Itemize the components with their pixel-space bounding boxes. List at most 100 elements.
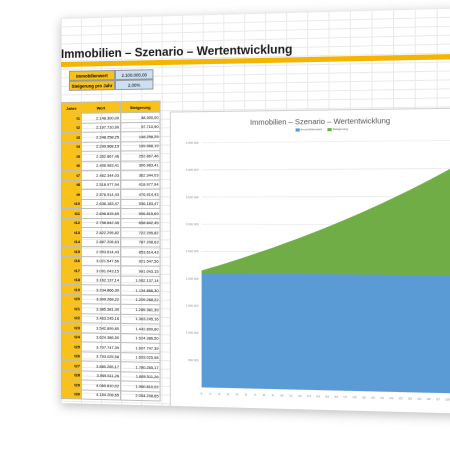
value-cell[interactable]: 2.299.968,19 bbox=[81, 141, 121, 152]
increase-cell[interactable]: 853.614,43 bbox=[120, 246, 161, 257]
increase-cell[interactable]: 787.208,63 bbox=[120, 237, 161, 247]
increase-cell[interactable]: 921.547,56 bbox=[120, 256, 161, 267]
x-tick-label: t27 bbox=[436, 397, 441, 401]
y-tick-label: 4.000.000 bbox=[186, 168, 199, 172]
table-row: t10 2.636.183,47 536.183,47 bbox=[61, 198, 161, 209]
year-cell[interactable]: t6 bbox=[61, 160, 82, 171]
x-tick-label: t1 bbox=[200, 391, 203, 395]
year-cell[interactable]: t28 bbox=[61, 370, 82, 380]
value-cell[interactable]: 3.091.043,15 bbox=[81, 265, 121, 276]
y-tick-label: 3.500.000 bbox=[186, 195, 199, 199]
year-cell[interactable]: t25 bbox=[61, 341, 82, 352]
year-cell[interactable]: t29 bbox=[61, 379, 82, 390]
increase-cell[interactable]: 1.134.866,30 bbox=[120, 285, 161, 296]
year-cell[interactable]: t16 bbox=[61, 256, 82, 266]
value-cell[interactable]: 3.162.137,14 bbox=[81, 275, 121, 286]
value-cell[interactable]: 2.822.295,82 bbox=[81, 227, 121, 238]
year-cell[interactable]: t4 bbox=[61, 141, 82, 152]
year-cell[interactable]: t24 bbox=[61, 332, 82, 342]
increase-cell[interactable]: 1.062.137,14 bbox=[120, 275, 161, 286]
increase-cell[interactable]: 148.258,25 bbox=[120, 131, 161, 142]
increase-cell[interactable]: 1.285.381,39 bbox=[120, 304, 161, 315]
value-cell[interactable]: 2.406.983,41 bbox=[81, 160, 121, 171]
value-cell[interactable]: 2.352.867,46 bbox=[81, 151, 121, 161]
value-cell[interactable]: 2.758.842,45 bbox=[81, 218, 121, 228]
year-cell[interactable]: t7 bbox=[61, 170, 82, 180]
increase-cell[interactable]: 658.842,45 bbox=[120, 218, 161, 228]
x-tick-label: t10 bbox=[280, 393, 284, 397]
x-tick-label: t13 bbox=[307, 394, 311, 398]
year-cell[interactable]: t20 bbox=[61, 294, 82, 304]
year-cell[interactable]: t13 bbox=[61, 227, 82, 238]
x-tick-label: t23 bbox=[399, 396, 404, 400]
year-cell[interactable]: t23 bbox=[61, 322, 82, 333]
increase-cell[interactable]: 991.043,15 bbox=[120, 265, 161, 276]
year-cell[interactable]: t21 bbox=[61, 303, 82, 314]
year-cell[interactable]: t27 bbox=[61, 360, 82, 371]
y-tick-label: 3.000.000 bbox=[186, 222, 199, 226]
increase-cell[interactable]: 48.300,00 bbox=[120, 112, 161, 123]
year-cell[interactable]: t3 bbox=[61, 132, 82, 142]
value-cell[interactable]: 2.953.614,43 bbox=[81, 246, 121, 257]
year-cell[interactable]: t26 bbox=[61, 351, 82, 361]
value-cell[interactable]: 3.463.245,16 bbox=[81, 313, 121, 324]
increase-cell[interactable]: 536.183,47 bbox=[120, 198, 161, 209]
chart-container[interactable]: Immobilien – Szenario – Wertentwicklung … bbox=[169, 107, 450, 414]
year-cell[interactable]: t17 bbox=[61, 265, 82, 276]
value-cell[interactable]: 3.234.866,30 bbox=[81, 284, 121, 295]
value-cell[interactable]: 2.887.208,63 bbox=[81, 237, 121, 247]
value-cell[interactable]: 3.309.268,22 bbox=[81, 294, 121, 305]
table-row: t6 2.406.983,41 306.983,41 bbox=[61, 160, 161, 171]
year-cell[interactable]: t9 bbox=[61, 189, 82, 199]
area-chart-svg: - 500.000 1.000.000 1.500.000 2.000.000 2.500… bbox=[186, 109, 450, 402]
table-row: t11 2.696.815,69 596.815,69 bbox=[61, 208, 161, 219]
value-cell[interactable]: 3.021.547,56 bbox=[81, 256, 121, 266]
increase-cell[interactable]: 362.344,03 bbox=[120, 169, 161, 180]
y-tick-label: 1.500.000 bbox=[186, 304, 199, 308]
value-cell[interactable]: 2.148.300,00 bbox=[81, 112, 121, 123]
increase-cell[interactable]: 306.983,41 bbox=[120, 160, 161, 171]
increase-cell[interactable]: 252.867,46 bbox=[120, 150, 161, 161]
increase-cell[interactable]: 476.914,43 bbox=[120, 189, 161, 199]
area-series-steigerung bbox=[201, 159, 450, 276]
year-cell[interactable]: t5 bbox=[61, 151, 82, 161]
increase-cell[interactable]: 722.295,82 bbox=[120, 227, 161, 238]
value-cell[interactable]: 3.385.381,39 bbox=[81, 303, 121, 314]
year-cell[interactable]: t2 bbox=[61, 122, 82, 133]
year-cell[interactable]: t18 bbox=[61, 275, 82, 285]
year-cell[interactable]: t10 bbox=[61, 198, 82, 209]
y-tick-label: 1.000.000 bbox=[186, 331, 199, 335]
value-cell[interactable]: 2.696.815,69 bbox=[81, 208, 121, 219]
increase-cell[interactable]: 596.815,69 bbox=[120, 208, 161, 219]
header-value: Wert bbox=[81, 101, 121, 114]
increase-cell[interactable]: 1.363.245,16 bbox=[120, 313, 161, 325]
increase-cell[interactable]: 97.710,90 bbox=[120, 121, 161, 132]
increase-cell[interactable]: 1.209.268,22 bbox=[120, 294, 161, 305]
value-cell[interactable]: 2.636.183,47 bbox=[81, 198, 121, 209]
year-cell[interactable]: t8 bbox=[61, 179, 82, 190]
property-value-cell[interactable]: 2.100.000,00 bbox=[114, 69, 154, 81]
increase-cell[interactable]: 2.054.208,65 bbox=[120, 390, 161, 402]
value-cell[interactable]: 2.197.710,90 bbox=[81, 122, 121, 133]
year-cell[interactable]: t15 bbox=[61, 246, 82, 257]
value-cell[interactable]: 2.576.914,43 bbox=[81, 189, 121, 199]
x-tick-label: t11 bbox=[289, 394, 293, 398]
year-cell[interactable]: t12 bbox=[61, 218, 82, 228]
table-row: t9 2.576.914,43 476.914,43 bbox=[61, 189, 161, 199]
x-tick-label: t15 bbox=[325, 394, 329, 398]
value-cell[interactable]: 4.154.208,65 bbox=[81, 389, 121, 401]
rate-cell[interactable]: 2,00% bbox=[114, 79, 154, 91]
year-cell[interactable]: t30 bbox=[61, 389, 82, 400]
increase-cell[interactable]: 199.968,19 bbox=[120, 141, 161, 152]
year-cell[interactable]: t11 bbox=[61, 208, 82, 219]
table-row: t15 2.953.614,43 853.614,43 bbox=[61, 246, 161, 257]
year-cell[interactable]: t1 bbox=[61, 113, 82, 123]
increase-cell[interactable]: 418.977,94 bbox=[120, 179, 161, 190]
value-cell[interactable]: 2.518.977,94 bbox=[81, 179, 121, 190]
year-cell[interactable]: t14 bbox=[61, 237, 82, 247]
year-cell[interactable]: t22 bbox=[61, 313, 82, 323]
year-cell[interactable]: t19 bbox=[61, 284, 82, 295]
value-cell[interactable]: 2.248.258,25 bbox=[81, 131, 121, 142]
table-row: t7 2.462.344,03 362.344,03 bbox=[61, 169, 161, 180]
value-cell[interactable]: 2.462.344,03 bbox=[81, 170, 121, 180]
